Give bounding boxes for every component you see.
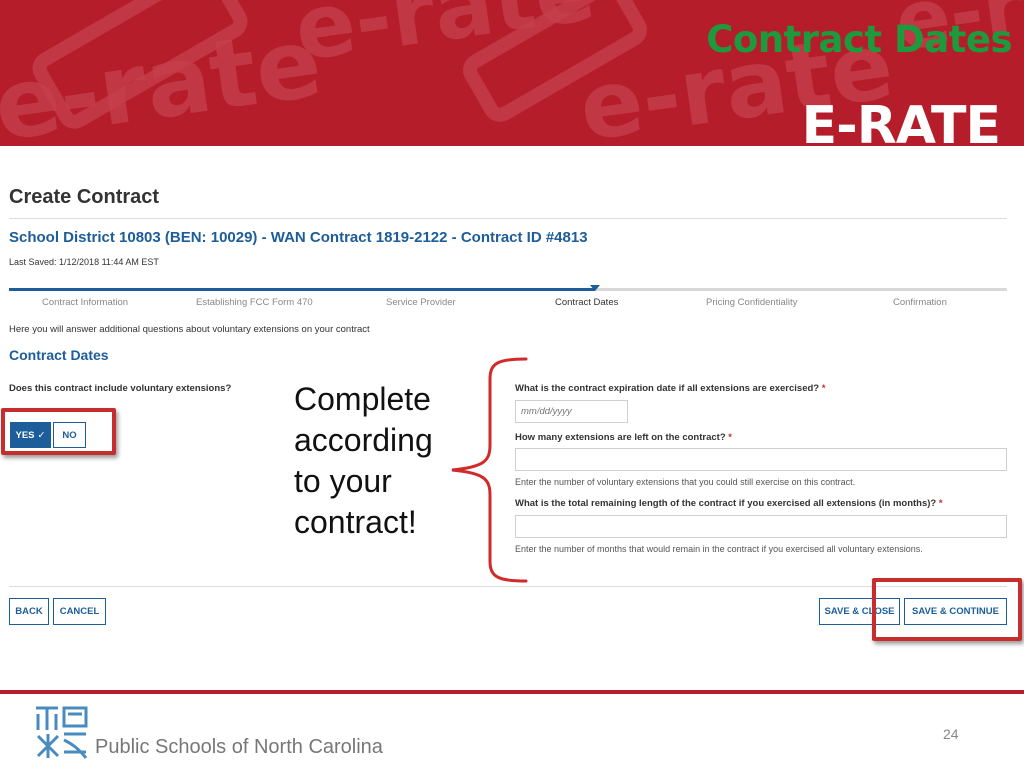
extensions-left-help: Enter the number of voluntary extensions… bbox=[515, 477, 856, 487]
annotation-line: to your bbox=[294, 463, 392, 499]
highlight-box-save-continue bbox=[872, 578, 1022, 641]
slide-title: Contract Dates bbox=[706, 18, 1012, 61]
step-contract-information[interactable]: Contract Information bbox=[42, 297, 128, 308]
intro-text: Here you will answer additional question… bbox=[9, 324, 370, 335]
step-pricing-confidentiality: Pricing Confidentiality bbox=[706, 297, 798, 308]
step-contract-dates[interactable]: Contract Dates bbox=[555, 297, 618, 308]
required-marker: * bbox=[821, 383, 826, 394]
extensions-left-label: How many extensions are left on the cont… bbox=[515, 432, 732, 443]
remaining-length-label: What is the total remaining length of th… bbox=[515, 498, 943, 509]
divider bbox=[9, 218, 1007, 219]
section-title: Contract Dates bbox=[9, 347, 109, 363]
expiration-date-input[interactable] bbox=[515, 400, 628, 423]
footer-divider bbox=[0, 690, 1024, 694]
remaining-length-input[interactable] bbox=[515, 515, 1007, 538]
cancel-button[interactable]: CANCEL bbox=[53, 598, 106, 625]
erate-brand-logo: E-RATE bbox=[801, 96, 1001, 146]
extensions-question-label: Does this contract include voluntary ext… bbox=[9, 383, 232, 394]
annotation-line: contract! bbox=[294, 504, 417, 540]
step-establishing-fcc-form-470[interactable]: Establishing FCC Form 470 bbox=[196, 297, 313, 308]
extensions-left-input[interactable] bbox=[515, 448, 1007, 471]
current-step-indicator bbox=[590, 285, 600, 291]
contract-heading: School District 10803 (BEN: 10029) - WAN… bbox=[9, 229, 588, 246]
annotation-line: Complete bbox=[294, 381, 431, 417]
footer-org-name: Public Schools of North Carolina bbox=[95, 736, 383, 758]
header-banner: e-rate e-rate e-rate e-rate Contract Dat… bbox=[0, 0, 1024, 146]
annotation-text: Complete according to your contract! bbox=[294, 379, 433, 543]
step-confirmation: Confirmation bbox=[893, 297, 947, 308]
dpi-logo-icon bbox=[36, 706, 88, 759]
divider bbox=[9, 586, 1007, 587]
page-number: 24 bbox=[943, 726, 959, 742]
annotation-line: according bbox=[294, 422, 433, 458]
highlight-box-yes-no bbox=[1, 408, 116, 455]
required-marker: * bbox=[728, 432, 732, 443]
required-marker: * bbox=[938, 498, 943, 509]
progress-fill bbox=[9, 288, 595, 291]
last-saved-text: Last Saved: 1/12/2018 11:44 AM EST bbox=[9, 257, 159, 267]
expiration-date-label: What is the contract expiration date if … bbox=[515, 383, 826, 394]
back-button[interactable]: BACK bbox=[9, 598, 49, 625]
page-title: Create Contract bbox=[9, 186, 160, 208]
step-service-provider[interactable]: Service Provider bbox=[386, 297, 456, 308]
remaining-length-help: Enter the number of months that would re… bbox=[515, 544, 923, 554]
